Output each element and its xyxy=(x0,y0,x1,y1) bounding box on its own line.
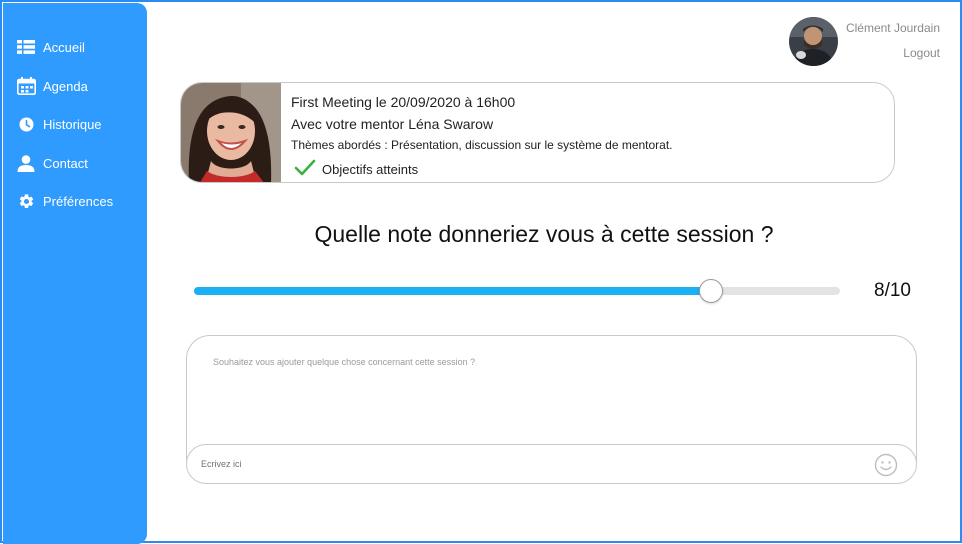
comment-prompt: Souhaitez vous ajouter quelque chose con… xyxy=(213,357,476,367)
sidebar-item-label: Agenda xyxy=(43,78,88,94)
sidebar: Accueil Agenda Historique Contact Préfér… xyxy=(3,3,147,544)
user-avatar[interactable] xyxy=(789,17,838,66)
smiley-icon[interactable] xyxy=(874,453,898,477)
gear-icon xyxy=(16,191,36,211)
meeting-themes: Thèmes abordés : Présentation, discussio… xyxy=(291,138,673,152)
rating-slider[interactable] xyxy=(194,279,840,303)
comment-box: Souhaitez vous ajouter quelque chose con… xyxy=(186,335,917,484)
meeting-mentor: Avec votre mentor Léna Swarow xyxy=(291,116,494,132)
sidebar-item-historique[interactable]: Historique xyxy=(3,109,147,139)
dashboard-icon xyxy=(16,37,36,57)
meeting-title: First Meeting le 20/09/2020 à 16h00 xyxy=(291,94,516,110)
rating-question: Quelle note donneriez vous à cette sessi… xyxy=(314,221,774,247)
message-input-bar xyxy=(186,444,917,484)
slider-fill xyxy=(194,287,711,295)
person-icon xyxy=(16,153,36,173)
checkmark-icon xyxy=(294,158,316,178)
sidebar-item-accueil[interactable]: Accueil xyxy=(3,32,147,62)
logout-link[interactable]: Logout xyxy=(903,46,940,60)
clock-icon xyxy=(16,114,36,134)
sidebar-item-label: Préférences xyxy=(43,193,114,209)
sidebar-item-contact[interactable]: Contact xyxy=(3,148,147,178)
sidebar-item-label: Accueil xyxy=(43,39,85,55)
meeting-card: First Meeting le 20/09/2020 à 16h00 Avec… xyxy=(180,82,895,183)
user-name: Clément Jourdain xyxy=(845,21,940,35)
message-input[interactable] xyxy=(201,455,841,473)
app-window: Accueil Agenda Historique Contact Préfér… xyxy=(0,0,962,544)
rating-value: 8/10 xyxy=(874,280,911,301)
slider-thumb[interactable] xyxy=(698,279,723,303)
sidebar-item-preferences[interactable]: Préférences xyxy=(3,186,147,216)
sidebar-item-agenda[interactable]: Agenda xyxy=(3,71,147,101)
mentor-photo xyxy=(181,83,281,182)
sidebar-item-label: Historique xyxy=(43,116,102,132)
calendar-icon xyxy=(16,76,36,96)
meeting-status: Objectifs atteints xyxy=(322,162,419,177)
sidebar-item-label: Contact xyxy=(43,155,88,171)
